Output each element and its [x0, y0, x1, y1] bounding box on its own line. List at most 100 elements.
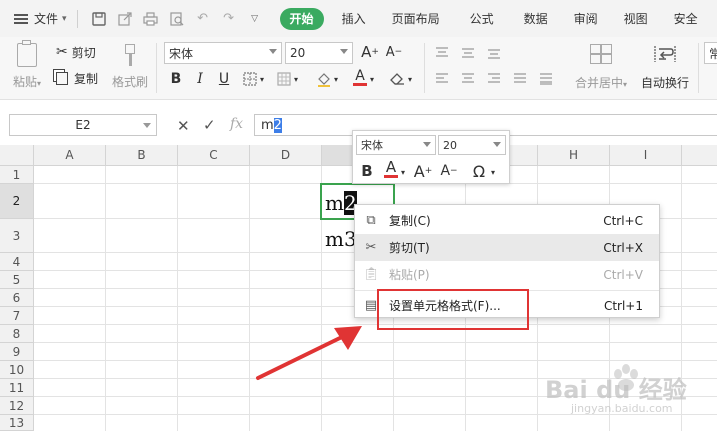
tab-security[interactable]: 安全 — [674, 10, 698, 27]
menu-item-shortcut: Ctrl+V — [603, 267, 643, 282]
column-header-d[interactable]: D — [250, 145, 322, 166]
tab-review[interactable]: 审阅 — [574, 10, 598, 27]
menu-item-copy[interactable]: ⧉ 复制(C) Ctrl+C — [355, 207, 659, 234]
grid-line — [34, 342, 717, 343]
menu-icon[interactable] — [14, 13, 28, 24]
row-header-12[interactable]: 12 — [0, 397, 34, 415]
row-header-6[interactable]: 6 — [0, 289, 34, 307]
menu-item-paste[interactable]: 📋︎ 粘贴(P) Ctrl+V — [355, 261, 659, 288]
tab-home[interactable]: 开始 — [279, 7, 324, 30]
cell-e3-text[interactable]: m3 — [325, 227, 357, 251]
column-header-c[interactable]: C — [178, 145, 250, 166]
row-header-8[interactable]: 8 — [0, 325, 34, 343]
row-header-4[interactable]: 4 — [0, 253, 34, 271]
cell-e2-prefix: m — [325, 191, 344, 215]
wrap-text-icon — [653, 44, 677, 64]
menu-item-cut[interactable]: ✂ 剪切(T) Ctrl+X — [355, 234, 659, 261]
align-center-icon[interactable] — [458, 69, 478, 89]
name-box[interactable]: E2 — [9, 114, 157, 136]
customize-dropdown-icon[interactable]: ▽ — [242, 10, 268, 28]
annotation-arrow — [256, 326, 362, 380]
row-header-9[interactable]: 9 — [0, 343, 34, 361]
row-header-7[interactable]: 7 — [0, 307, 34, 325]
mini-decrease-font-icon[interactable]: A − — [439, 161, 459, 181]
cut-button[interactable]: ✂ 剪切 — [56, 43, 96, 61]
tab-data[interactable]: 数据 — [524, 10, 548, 27]
mini-font-color-icon[interactable]: A — [381, 159, 401, 179]
export-icon[interactable] — [112, 10, 138, 28]
mini-increase-font-icon[interactable]: A + — [413, 161, 433, 181]
tab-page-layout[interactable]: 页面布局 — [392, 10, 440, 27]
border-icon[interactable] — [240, 69, 260, 89]
row-header-2[interactable]: 2 — [0, 184, 34, 219]
row-header-13[interactable]: 13 — [0, 415, 34, 431]
column-header-i[interactable]: I — [610, 145, 682, 166]
copy-button[interactable]: 复制 — [56, 69, 98, 87]
bold-icon[interactable]: B — [166, 69, 186, 89]
clear-format-icon[interactable] — [388, 69, 408, 89]
align-bottom-icon[interactable] — [484, 43, 504, 63]
confirm-icon[interactable]: ✓ — [203, 116, 216, 134]
redo-icon[interactable]: ↷ — [216, 10, 242, 28]
align-right-icon[interactable] — [484, 69, 504, 89]
chevron-down-icon[interactable]: ▾ — [399, 162, 407, 182]
align-top-icon[interactable] — [432, 43, 452, 63]
insert-function-icon[interactable]: fx — [230, 116, 243, 132]
mini-bold-icon[interactable]: B — [357, 161, 377, 181]
tab-formulas[interactable]: 公式 — [470, 10, 494, 27]
file-menu[interactable]: 文件 — [34, 10, 58, 27]
italic-icon[interactable]: I — [190, 69, 210, 89]
font-name-select[interactable]: 宋体 — [164, 42, 282, 64]
align-left-icon[interactable] — [432, 69, 452, 89]
format-painter-button[interactable]: 格式刷 — [110, 41, 150, 95]
font-size-value: 20 — [290, 46, 306, 60]
chevron-down-icon[interactable]: ▾ — [489, 162, 497, 182]
number-format-select[interactable]: 常 — [704, 42, 717, 64]
row-header-3[interactable]: 3 — [0, 219, 34, 253]
decrease-font-icon[interactable]: A − — [384, 42, 404, 62]
row-header-10[interactable]: 10 — [0, 361, 34, 379]
column-header-j[interactable] — [682, 145, 717, 166]
mini-font-name-select[interactable]: 宋体 — [356, 135, 436, 155]
tab-insert[interactable]: 插入 — [342, 10, 366, 27]
chevron-down-icon[interactable]: ▾ — [332, 69, 340, 89]
column-header-h[interactable]: H — [538, 145, 610, 166]
align-middle-icon[interactable] — [458, 43, 478, 63]
undo-icon[interactable]: ↶ — [190, 10, 216, 28]
row-header-1[interactable]: 1 — [0, 166, 34, 184]
fill-color-icon[interactable] — [314, 69, 334, 89]
row-header-11[interactable]: 11 — [0, 379, 34, 397]
column-header-b[interactable]: B — [106, 145, 178, 166]
paste-button[interactable]: 粘贴▾ — [10, 40, 44, 95]
paste-icon: 📋︎ — [363, 267, 380, 282]
paste-label: 粘贴 — [12, 75, 37, 89]
row-header-5[interactable]: 5 — [0, 271, 34, 289]
watermark: Bai du 经验 jingyan.baidu.com — [545, 362, 715, 428]
font-size-select[interactable]: 20 — [285, 42, 353, 64]
fill-pattern-icon[interactable] — [274, 69, 294, 89]
mini-symbol-icon[interactable]: Ω — [469, 161, 489, 181]
tab-view[interactable]: 视图 — [624, 10, 648, 27]
chevron-down-icon[interactable]: ▾ — [62, 14, 67, 24]
underline-icon[interactable]: U — [214, 69, 234, 89]
merge-center-button[interactable]: 合并居中▾ — [566, 41, 636, 95]
distributed-icon[interactable] — [536, 69, 556, 89]
chevron-down-icon[interactable]: ▾ — [368, 69, 376, 89]
justify-icon[interactable] — [510, 69, 530, 89]
wrap-text-button[interactable]: 自动换行 — [638, 41, 692, 95]
chevron-down-icon[interactable]: ▾ — [258, 69, 266, 89]
column-header-a[interactable]: A — [34, 145, 106, 166]
print-icon[interactable] — [138, 10, 164, 28]
paste-icon — [17, 40, 37, 67]
font-color-icon[interactable]: A — [350, 67, 370, 87]
chevron-down-icon[interactable]: ▾ — [292, 69, 300, 89]
chevron-down-icon[interactable]: ▾ — [406, 69, 414, 89]
cancel-icon[interactable]: ✕ — [177, 117, 190, 135]
scissors-icon: ✂ — [365, 240, 377, 255]
save-icon[interactable] — [86, 10, 112, 28]
increase-font-icon[interactable]: A + — [360, 42, 380, 62]
chevron-down-icon[interactable] — [143, 123, 151, 128]
print-preview-icon[interactable] — [164, 10, 190, 28]
select-all-corner[interactable] — [0, 145, 34, 166]
mini-font-size-select[interactable]: 20 — [438, 135, 506, 155]
